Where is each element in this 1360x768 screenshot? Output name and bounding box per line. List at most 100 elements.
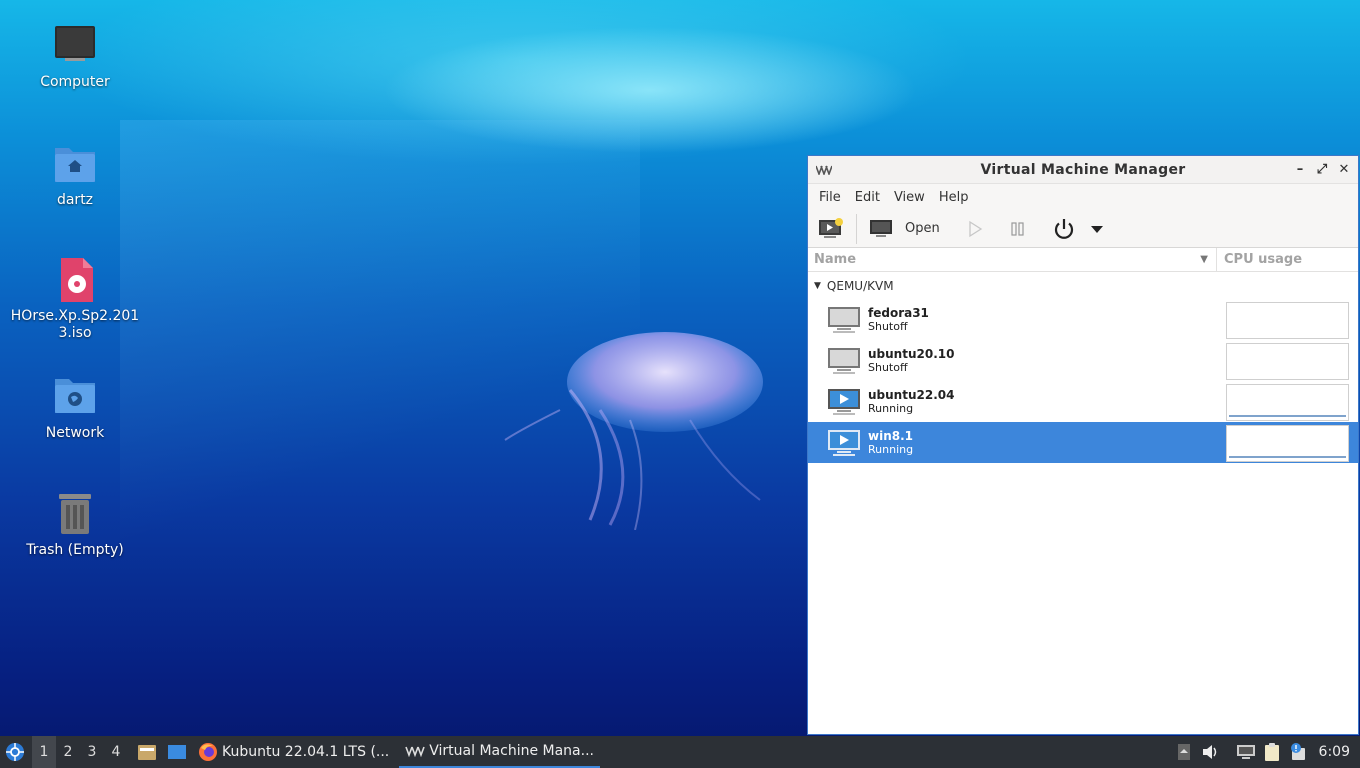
vm-status: Shutoff bbox=[868, 360, 908, 374]
notification-icon bbox=[1290, 743, 1305, 760]
open-button[interactable]: Open bbox=[869, 214, 940, 244]
open-label: Open bbox=[905, 221, 940, 236]
toolbar-separator bbox=[856, 213, 857, 244]
cpu-column-header[interactable]: CPU usage bbox=[1217, 252, 1302, 267]
cpu-usage-line bbox=[1229, 415, 1346, 417]
vm-row-win8-1[interactable]: win8.1 Running bbox=[808, 422, 1358, 463]
workspace-2[interactable]: 2 bbox=[56, 736, 80, 768]
file-manager-launcher[interactable] bbox=[132, 736, 162, 768]
column-header: Name ▼ CPU usage bbox=[808, 247, 1358, 272]
vmm-icon bbox=[405, 746, 426, 757]
shutdown-button[interactable] bbox=[1052, 214, 1076, 244]
vm-row-ubuntu20-10[interactable]: ubuntu20.10 Shutoff bbox=[808, 340, 1358, 381]
chevron-up-icon bbox=[1177, 744, 1190, 760]
network-folder-icon bbox=[51, 373, 99, 421]
cpu-usage-graph bbox=[1226, 302, 1349, 339]
connection-label: QEMU/KVM bbox=[826, 279, 894, 293]
toolbar: Open bbox=[808, 210, 1358, 248]
close-button[interactable]: ✕ bbox=[1334, 160, 1354, 180]
clock[interactable]: 6:09 bbox=[1311, 744, 1360, 760]
start-menu-button[interactable] bbox=[0, 736, 30, 768]
vmm-window: Virtual Machine Manager – ⤢ ✕ File Edit … bbox=[807, 155, 1359, 735]
desktop-icon bbox=[168, 745, 186, 759]
vm-row-fedora31[interactable]: fedora31 Shutoff bbox=[808, 299, 1358, 340]
menu-edit[interactable]: Edit bbox=[848, 190, 887, 205]
computer-icon bbox=[51, 22, 99, 70]
menu-file[interactable]: File bbox=[812, 190, 848, 205]
power-icon bbox=[1054, 218, 1073, 239]
vm-status: Running bbox=[868, 401, 914, 415]
vm-running-icon bbox=[828, 429, 860, 456]
vm-name: win8.1 bbox=[868, 428, 913, 443]
cpu-usage-graph bbox=[1226, 384, 1349, 421]
vm-row-ubuntu22-04[interactable]: ubuntu22.04 Running bbox=[808, 381, 1358, 422]
task-vmm[interactable]: Virtual Machine Mana... bbox=[399, 736, 600, 768]
sort-down-icon: ▼ bbox=[1200, 253, 1208, 265]
vm-status: Shutoff bbox=[868, 319, 908, 333]
home-folder-icon bbox=[51, 140, 99, 188]
desktop-icon-label: Network bbox=[45, 425, 105, 441]
volume-button[interactable] bbox=[1197, 736, 1223, 768]
monitor-icon bbox=[870, 219, 892, 237]
name-column-label: Name bbox=[814, 251, 857, 267]
desktop-icon-label: Computer bbox=[40, 74, 110, 90]
tray-expand-button[interactable] bbox=[1171, 736, 1197, 768]
network-button[interactable] bbox=[1233, 736, 1259, 768]
maximize-button[interactable]: ⤢ bbox=[1312, 160, 1332, 180]
desktop-icon-iso[interactable]: HOrse.Xp.Sp2.2013.iso bbox=[10, 256, 140, 342]
task-label: Virtual Machine Mana... bbox=[429, 743, 594, 759]
pause-button[interactable] bbox=[1010, 214, 1026, 244]
desktop-icon-label: HOrse.Xp.Sp2.2013.iso bbox=[10, 308, 140, 341]
cpu-usage-graph bbox=[1226, 343, 1349, 380]
cpu-usage-graph bbox=[1226, 425, 1349, 462]
vm-status: Running bbox=[868, 442, 914, 456]
clipboard-button[interactable] bbox=[1259, 736, 1285, 768]
task-firefox[interactable]: Kubuntu 22.04.1 LTS (... bbox=[192, 736, 395, 768]
connection-group-row[interactable]: ▼ QEMU/KVM bbox=[808, 273, 1358, 299]
firefox-icon bbox=[199, 743, 217, 761]
name-column-header[interactable]: Name ▼ bbox=[808, 247, 1217, 272]
task-label: Kubuntu 22.04.1 LTS (... bbox=[222, 744, 390, 760]
window-titlebar[interactable]: Virtual Machine Manager – ⤢ ✕ bbox=[808, 156, 1358, 184]
vm-name: ubuntu20.10 bbox=[868, 346, 955, 361]
vm-shutoff-icon bbox=[828, 306, 860, 333]
vm-name: ubuntu22.04 bbox=[868, 387, 955, 402]
network-wired-icon bbox=[1236, 745, 1255, 759]
vm-shutoff-icon bbox=[828, 347, 860, 374]
new-vm-icon bbox=[819, 217, 843, 238]
clipboard-icon bbox=[1264, 743, 1279, 761]
cpu-usage-line bbox=[1229, 456, 1346, 458]
minimize-button[interactable]: – bbox=[1290, 160, 1310, 180]
workspace-3[interactable]: 3 bbox=[80, 736, 104, 768]
dropdown-arrow-icon bbox=[1090, 225, 1103, 233]
vm-running-icon bbox=[828, 388, 860, 415]
vm-name: fedora31 bbox=[868, 305, 929, 320]
menu-view[interactable]: View bbox=[887, 190, 932, 205]
shutdown-menu-button[interactable] bbox=[1090, 214, 1104, 244]
show-desktop-launcher[interactable] bbox=[162, 736, 192, 768]
pause-icon bbox=[1011, 221, 1024, 236]
window-title: Virtual Machine Manager bbox=[980, 161, 1186, 178]
disc-image-icon bbox=[51, 256, 99, 304]
notifications-button[interactable] bbox=[1285, 736, 1311, 768]
speaker-icon bbox=[1202, 745, 1216, 759]
desktop-icon-network[interactable]: Network bbox=[10, 373, 140, 442]
trash-icon bbox=[51, 490, 99, 538]
vmm-app-icon bbox=[816, 165, 832, 175]
jellyfish-wallpaper bbox=[504, 332, 763, 530]
kubuntu-logo-icon bbox=[6, 743, 24, 761]
new-vm-button[interactable] bbox=[818, 214, 844, 244]
play-icon bbox=[969, 220, 982, 237]
taskbar: 1 2 3 4 Kubuntu 22.04.1 LTS (... Virtual… bbox=[0, 736, 1360, 768]
expander-down-icon[interactable]: ▼ bbox=[814, 281, 821, 291]
menu-bar: File Edit View Help bbox=[808, 184, 1358, 210]
run-button[interactable] bbox=[966, 214, 984, 244]
desktop-icon-label: Trash (Empty) bbox=[26, 542, 124, 558]
desktop-icon-label: dartz bbox=[56, 192, 94, 208]
workspace-4[interactable]: 4 bbox=[104, 736, 128, 768]
desktop-icon-trash[interactable]: Trash (Empty) bbox=[10, 490, 140, 559]
desktop-icon-home[interactable]: dartz bbox=[10, 140, 140, 209]
workspace-1[interactable]: 1 bbox=[32, 736, 56, 768]
menu-help[interactable]: Help bbox=[932, 190, 976, 205]
desktop-icon-computer[interactable]: Computer bbox=[10, 22, 140, 91]
